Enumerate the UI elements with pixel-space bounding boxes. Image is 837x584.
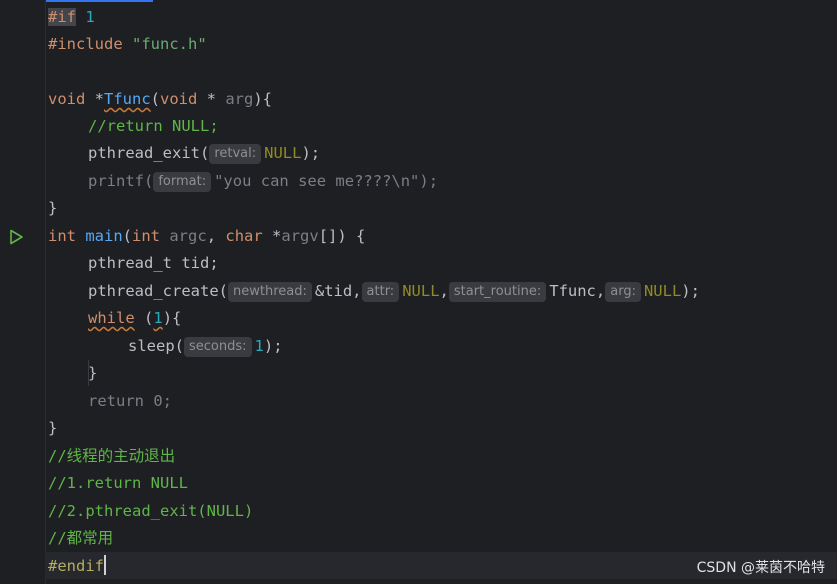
string: "you can see me????\n"); — [214, 172, 439, 190]
code-line-2[interactable]: #include "func.h" — [48, 31, 207, 58]
declaration: pthread_t tid; — [88, 254, 219, 272]
comment: //return NULL; — [88, 117, 219, 135]
pointer: * — [197, 90, 226, 108]
code-line-20[interactable]: //都常用 — [48, 525, 113, 552]
function-name: main — [85, 227, 123, 245]
code-line-5[interactable]: //return NULL; — [88, 113, 219, 140]
call: pthread_exit( — [88, 144, 210, 162]
pointer: * — [85, 90, 104, 108]
code-line-1[interactable]: #if 1 — [48, 4, 95, 31]
text-caret — [104, 555, 106, 575]
type-char: char — [225, 227, 263, 245]
code-line-19[interactable]: //2.pthread_exit(NULL) — [48, 498, 253, 525]
macro: NULL — [402, 282, 440, 300]
param-name: argv — [281, 227, 319, 245]
param-name: arg — [225, 90, 254, 108]
code-line-13[interactable]: sleep(seconds: 1); — [128, 333, 283, 360]
code-line-12[interactable]: while (1){ — [88, 305, 181, 332]
param-hint: format: — [153, 172, 212, 192]
code-line-16[interactable]: } — [48, 415, 57, 442]
call: pthread_create( — [88, 282, 228, 300]
code-line-11[interactable]: pthread_create(newthread: &tid, attr: NULL,… — [88, 278, 700, 305]
comment: //1.return NULL — [48, 474, 188, 492]
paren: ){ — [162, 309, 182, 327]
return-statement: return 0; — [88, 392, 172, 410]
code-line-17[interactable]: //线程的主动退出 — [48, 443, 175, 470]
code-line-21[interactable]: #endif — [48, 553, 106, 580]
preprocessor-endif: #endif — [48, 557, 104, 575]
number: 1 — [153, 309, 163, 327]
brace: } — [48, 199, 58, 217]
code-line-4[interactable]: void *Tfunc(void * arg){ — [48, 86, 272, 113]
paren: []) { — [318, 227, 366, 245]
param-hint: retval: — [209, 144, 262, 164]
macro: NULL — [264, 144, 302, 162]
preprocessor-include: #include — [48, 35, 123, 53]
comma: , — [439, 282, 449, 300]
number: 1 — [254, 337, 264, 355]
code-line-10[interactable]: pthread_t tid; — [88, 250, 219, 277]
keyword-while: while — [88, 309, 135, 327]
code-line-6[interactable]: pthread_exit(retval: NULL); — [88, 140, 320, 167]
paren: ( — [150, 90, 161, 108]
preprocessor-if: #if — [48, 8, 76, 26]
brace: } — [88, 364, 98, 382]
code-line-15[interactable]: return 0; — [88, 388, 172, 415]
code-line-7[interactable]: printf(format: "you can see me????\n"); — [88, 168, 438, 195]
argument: Tfunc, — [549, 282, 606, 300]
comma: , — [206, 227, 226, 245]
comment: //都常用 — [48, 529, 114, 547]
function-name: Tfunc — [104, 90, 151, 108]
brace: } — [48, 419, 58, 437]
param-hint: seconds: — [184, 337, 252, 357]
code-line-14[interactable]: } — [88, 360, 97, 387]
paren: ); — [301, 144, 321, 162]
code-line-9[interactable]: int main(int argc, char *argv[]) { — [48, 223, 365, 250]
param-name: argc — [160, 227, 207, 245]
paren: ); — [263, 337, 283, 355]
paren: ){ — [253, 90, 273, 108]
argument: &tid, — [314, 282, 362, 300]
param-hint: attr: — [361, 282, 400, 302]
code-line-18[interactable]: //1.return NULL — [48, 470, 188, 497]
call: printf( — [88, 172, 154, 190]
number: 1 — [85, 8, 95, 26]
paren: ( — [134, 309, 154, 327]
paren: ); — [681, 282, 700, 300]
macro: NULL — [643, 282, 682, 300]
param-hint: arg: — [605, 282, 641, 302]
code-line-8[interactable]: } — [48, 195, 57, 222]
paren: ( — [122, 227, 133, 245]
gutter-divider — [45, 0, 46, 584]
type-void: void — [160, 90, 198, 108]
param-hint: newthread: — [227, 282, 312, 302]
pointer: * — [262, 227, 282, 245]
type-int: int — [132, 227, 161, 245]
editor-gutter[interactable] — [0, 0, 45, 584]
param-hint: start_routine: — [448, 282, 547, 302]
call: sleep( — [128, 337, 184, 355]
comment: //线程的主动退出 — [48, 447, 176, 465]
run-triangle-icon[interactable] — [8, 229, 24, 245]
watermark: CSDN @莱茵不哈特 — [696, 560, 825, 576]
include-path: "func.h" — [132, 35, 207, 53]
type-void: void — [48, 90, 86, 108]
type-int: int — [48, 227, 76, 245]
comment: //2.pthread_exit(NULL) — [48, 502, 254, 520]
